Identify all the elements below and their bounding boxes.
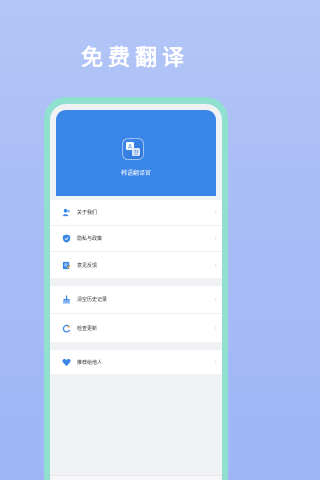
refresh-icon xyxy=(62,324,71,333)
menu-item-label: 关于我们 xyxy=(77,210,98,216)
menu-item-label: 意见反馈 xyxy=(77,262,98,269)
chevron-right-icon: › xyxy=(214,209,217,216)
menu-group-1: 关于我们 › 隐私与政策 › 意见反馈 › xyxy=(50,200,222,278)
svg-text:한: 한 xyxy=(134,151,139,157)
app-logo-icon: A 한 xyxy=(122,138,144,160)
menu-item-check-update[interactable]: 检查更新 › xyxy=(50,314,222,342)
chevron-right-icon: › xyxy=(214,235,217,242)
shield-icon xyxy=(62,234,71,243)
menu-item-clear-history[interactable]: 清空历史记录 › xyxy=(50,286,222,314)
chevron-right-icon: › xyxy=(214,296,217,303)
app-screen: A 한 韩语翻译官 关于我们 › 隐私与政策 › 意见反馈 › 清空历史记录 ›… xyxy=(50,104,222,480)
app-name: 韩语翻译官 xyxy=(120,170,151,177)
feedback-icon xyxy=(62,261,71,270)
chevron-right-icon: › xyxy=(214,261,217,269)
chevron-right-icon: › xyxy=(214,358,217,366)
users-icon xyxy=(62,208,71,217)
menu-item-feedback[interactable]: 意见反馈 › xyxy=(50,252,222,278)
menu-item-label: 推荐给他人 xyxy=(77,359,103,366)
bottom-tab-bar xyxy=(50,475,222,480)
phone-mockup: A 한 韩语翻译官 关于我们 › 隐私与政策 › 意见反馈 › 清空历史记录 ›… xyxy=(44,97,228,480)
menu-item-about[interactable]: 关于我们 › xyxy=(50,200,222,226)
menu-item-recommend[interactable]: 推荐给他人 › xyxy=(50,350,222,374)
chevron-right-icon: › xyxy=(214,324,217,332)
menu-group-2: 清空历史记录 › 检查更新 › xyxy=(50,286,222,342)
menu-item-label: 检查更新 xyxy=(77,325,98,332)
menu-item-label: 隐私与政策 xyxy=(77,236,103,242)
app-header: A 한 韩语翻译官 xyxy=(56,110,216,196)
menu-item-label: 清空历史记录 xyxy=(77,297,108,303)
menu-item-privacy[interactable]: 隐私与政策 › xyxy=(50,226,222,252)
menu-group-3: 推荐给他人 › xyxy=(50,350,222,374)
promo-title: 免费翻译 xyxy=(80,46,189,71)
broom-icon xyxy=(62,295,71,304)
heart-icon xyxy=(62,358,71,367)
